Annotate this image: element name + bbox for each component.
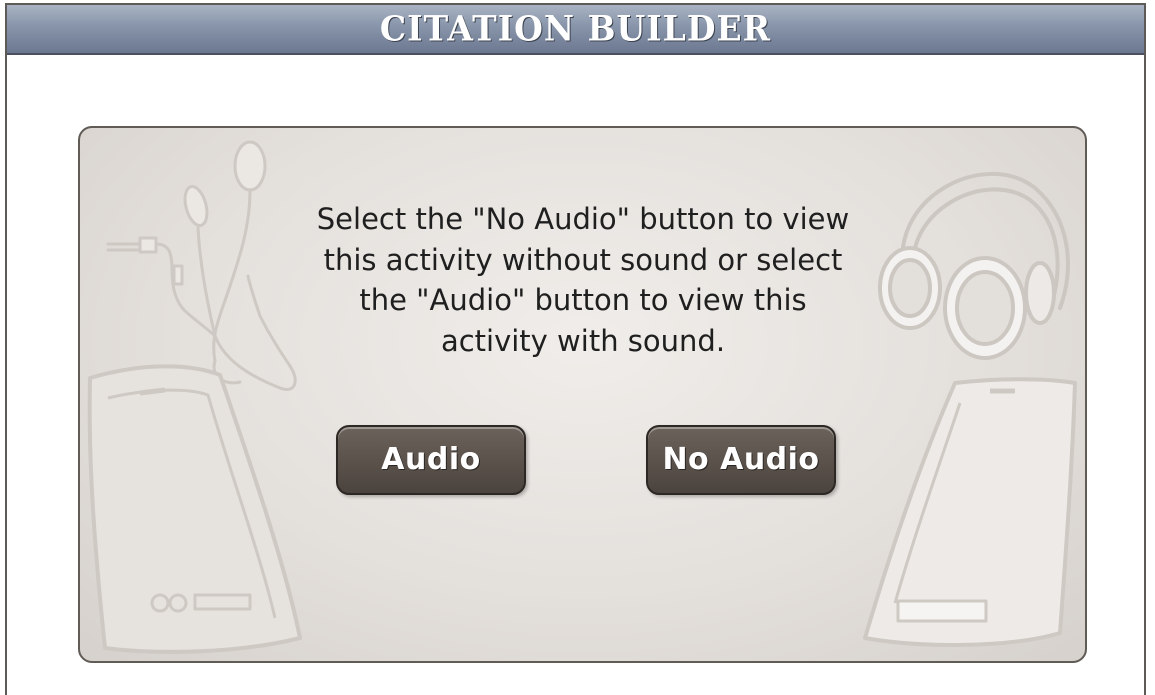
instruction-message: Select the "No Audio" button to view thi… [316, 202, 850, 358]
speaker-right-icon [863, 377, 1077, 647]
headphones-icon [878, 171, 1070, 360]
audio-button[interactable]: Audio [336, 425, 526, 495]
speaker-left-icon [87, 364, 302, 654]
audio-choice-dialog: Select the "No Audio" button to view thi… [78, 126, 1087, 663]
title-bar: CITATION BUILDER [7, 5, 1144, 55]
page-title: CITATION BUILDER [379, 8, 772, 49]
earbuds-icon [106, 140, 297, 391]
app-frame: CITATION BUILDER Select the "No Audio" b… [5, 3, 1146, 695]
no-audio-button[interactable]: No Audio [646, 425, 836, 495]
